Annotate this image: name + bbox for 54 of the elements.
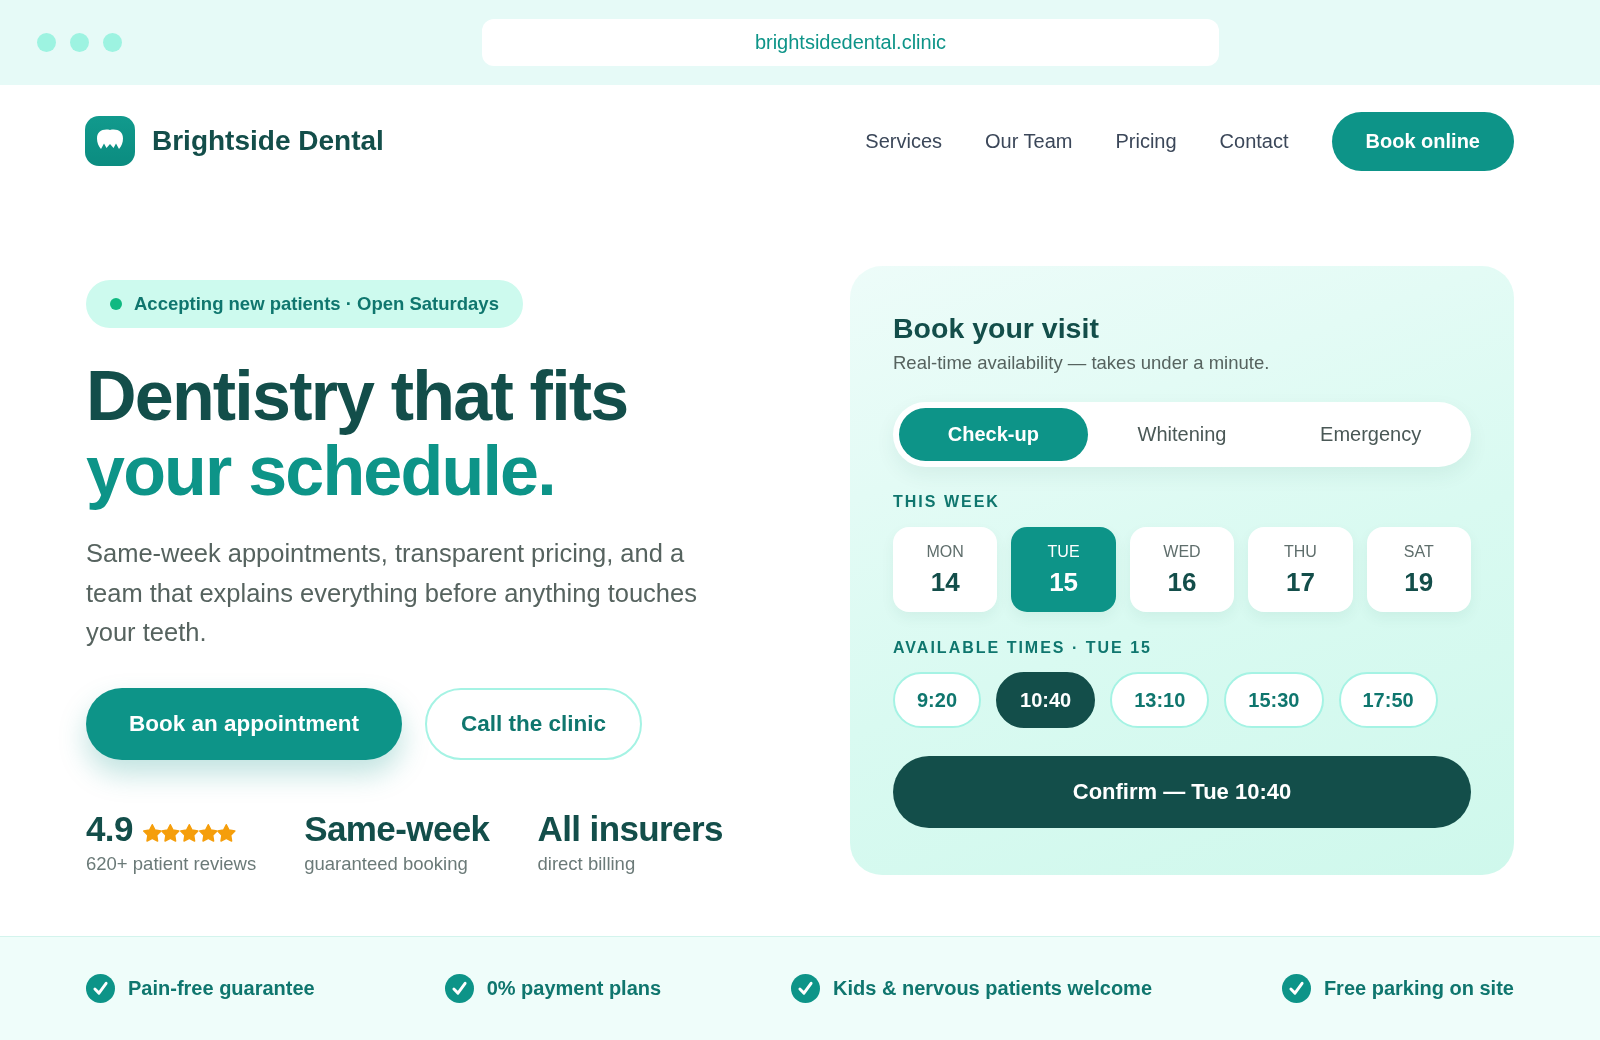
day-card[interactable]: THU 17: [1248, 527, 1353, 612]
section-label: THIS WEEK: [893, 492, 1000, 512]
time-slot[interactable]: 13:10: [1110, 672, 1210, 728]
star-icon: [142, 823, 162, 842]
card-subtitle: Real-time availability — takes under a minute.: [893, 351, 1270, 375]
brand-name: Brightside Dental: [152, 125, 384, 157]
nav-link[interactable]: Pricing: [1115, 129, 1177, 153]
book-online-button[interactable]: Book online: [1331, 111, 1514, 171]
star-icon: [198, 823, 218, 842]
primary-cta-button[interactable]: Book an appointment: [86, 687, 402, 760]
star-icon: [180, 823, 199, 842]
section-label: AVAILABLE TIMES · TUE 15: [893, 638, 1152, 658]
day-card[interactable]: SAT 19: [1366, 527, 1471, 612]
time-slot[interactable]: 17:50: [1338, 672, 1438, 728]
check-circle-icon: [791, 974, 821, 1003]
feature-label: Free parking on site: [1323, 977, 1514, 1000]
star-icon: [161, 823, 181, 842]
check-circle-icon: [86, 974, 115, 1003]
stat-value: 4.9: [86, 809, 133, 848]
address-bar[interactable]: brightsidedental.clinic: [482, 19, 1219, 66]
nav-link[interactable]: Our Team: [985, 129, 1073, 153]
time-slot[interactable]: 9:20: [893, 672, 982, 728]
stat-caption: guaranteed booking: [304, 851, 469, 876]
feature-label: Kids & nervous patients welcome: [833, 977, 1152, 1000]
card-title: Book your visit: [893, 311, 1099, 345]
stat-value: All insurers: [537, 809, 723, 848]
check-circle-icon: [444, 974, 474, 1003]
stat-caption: 620+ patient reviews: [86, 851, 257, 876]
nav-link[interactable]: Services: [865, 129, 942, 153]
service-tab[interactable]: Whitening: [1087, 408, 1277, 461]
window-control-icon[interactable]: [103, 33, 122, 52]
secondary-cta-button[interactable]: Call the clinic: [425, 687, 643, 760]
hero-headline: Dentistry that fits your schedule.: [86, 359, 628, 509]
window-control-icon[interactable]: [37, 33, 56, 52]
service-tab[interactable]: Emergency: [1276, 408, 1465, 461]
service-tab[interactable]: Check-up: [899, 408, 1088, 461]
time-slot[interactable]: 15:30: [1224, 672, 1324, 728]
feature-label: Pain-free guarantee: [128, 977, 315, 1000]
day-card[interactable]: TUE 15: [1011, 527, 1116, 612]
status-dot-icon: [110, 298, 122, 310]
confirm-button[interactable]: Confirm — Tue 10:40: [893, 756, 1471, 828]
check-circle-icon: [1281, 974, 1311, 1003]
badge-text: Accepting new patients · Open Saturdays: [134, 293, 499, 315]
day-card[interactable]: MON 14: [893, 527, 998, 612]
day-card[interactable]: WED 16: [1129, 527, 1235, 612]
star-icon: [217, 823, 236, 842]
time-slot[interactable]: 10:40: [996, 672, 1096, 728]
hero-description: Same-week appointments, transparent pricing, and a team that explains everything before anything touches your teeth.: [86, 538, 698, 648]
stat-value: Same-week: [304, 809, 490, 848]
feature-label: 0% payment plans: [486, 977, 662, 1000]
stat-caption: direct billing: [537, 851, 637, 876]
tooth-logo-icon: [85, 116, 135, 166]
nav-link[interactable]: Contact: [1219, 129, 1289, 153]
window-control-icon[interactable]: [70, 33, 89, 52]
